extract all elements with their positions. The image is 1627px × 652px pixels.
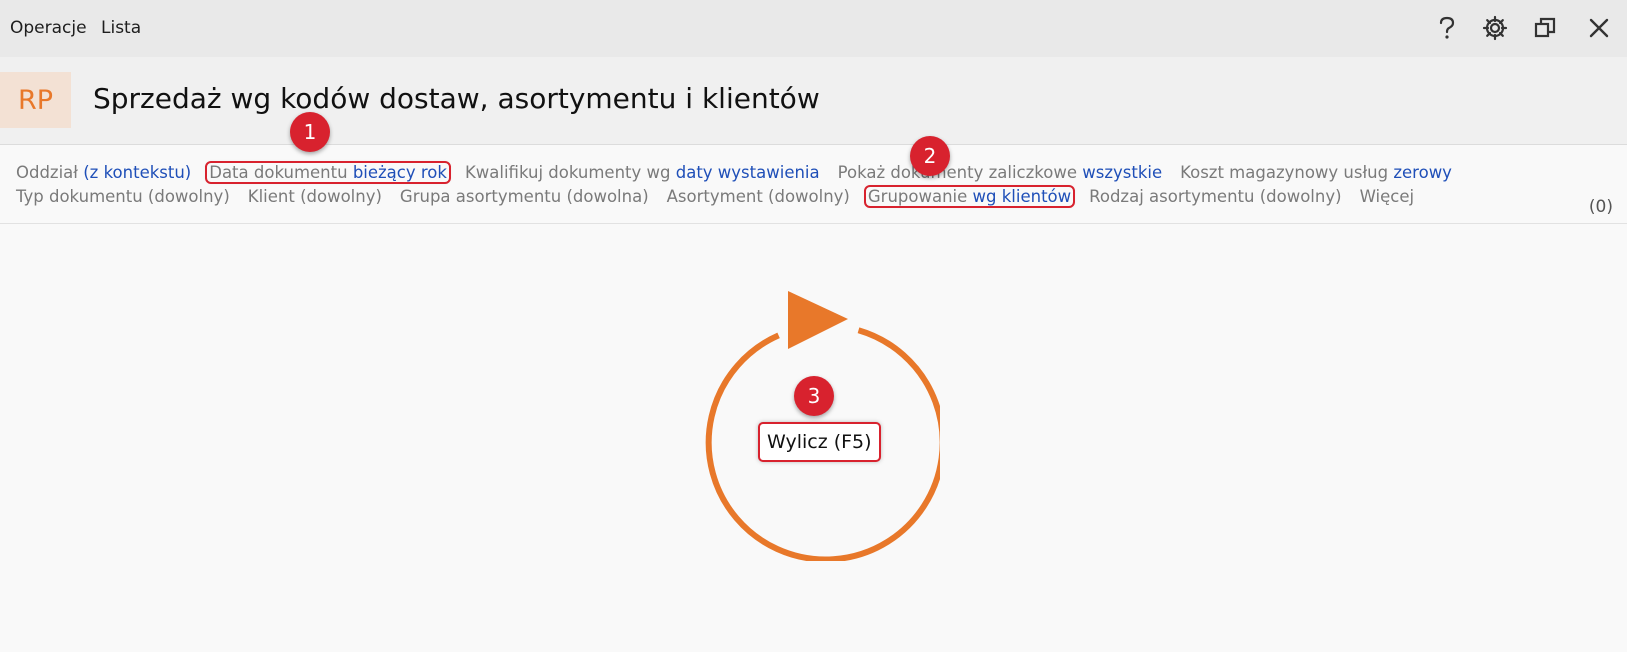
- filter-oddzial[interactable]: Oddział (z kontekstu): [14, 163, 193, 182]
- menu-lista[interactable]: Lista: [101, 18, 141, 38]
- app-window: Operacje Lista RP Sprzedaż wg kodów dost…: [0, 0, 1627, 652]
- step-marker-3: 3: [794, 376, 834, 416]
- filter-grupa-asortymentu[interactable]: Grupa asortymentu (dowolna): [398, 187, 651, 206]
- filter-data-dokumentu[interactable]: Data dokumentu bieżący rok: [205, 161, 451, 184]
- menu-operacje[interactable]: Operacje: [10, 18, 87, 38]
- filter-typ-dokumentu[interactable]: Typ dokumentu (dowolny): [14, 187, 232, 206]
- filter-klient[interactable]: Klient (dowolny): [246, 187, 384, 206]
- close-icon[interactable]: [1582, 11, 1616, 45]
- filter-grupowanie[interactable]: Grupowanie wg klientów: [863, 185, 1076, 208]
- filter-zaliczkowe[interactable]: Pokaż dokumenty zaliczkowe wszystkie: [836, 163, 1164, 182]
- app-badge: RP: [0, 72, 71, 128]
- gear-icon[interactable]: [1478, 11, 1512, 45]
- step-marker-2: 2: [910, 136, 950, 176]
- filter-row-2: Typ dokumentu (dowolny) Klient (dowolny) G…: [14, 185, 1430, 208]
- filter-asortyment[interactable]: Asortyment (dowolny): [665, 187, 852, 206]
- filter-koszt[interactable]: Koszt magazynowy usług zerowy: [1178, 163, 1454, 182]
- filter-row-1: Oddział (z kontekstu) Data dokumentu bież…: [14, 161, 1468, 184]
- result-count: (0): [1588, 197, 1613, 217]
- calculate-button[interactable]: Wylicz (F5): [758, 422, 881, 462]
- filter-panel: Oddział (z kontekstu) Data dokumentu bież…: [0, 145, 1627, 224]
- main-area: Wylicz (F5): [0, 224, 1627, 652]
- step-marker-1: 1: [290, 112, 330, 152]
- help-icon[interactable]: [1430, 11, 1464, 45]
- menu-bar: Operacje Lista: [0, 0, 1627, 57]
- page-title: Sprzedaż wg kodów dostaw, asortymentu i …: [93, 82, 820, 115]
- restore-icon[interactable]: [1528, 11, 1562, 45]
- header: RP Sprzedaż wg kodów dostaw, asortymentu…: [0, 57, 1627, 145]
- filter-kwalifikuj[interactable]: Kwalifikuj dokumenty wg daty wystawienia: [463, 163, 822, 182]
- filter-wiecej[interactable]: Więcej: [1358, 187, 1417, 206]
- filter-rodzaj-asortymentu[interactable]: Rodzaj asortymentu (dowolny): [1087, 187, 1343, 206]
